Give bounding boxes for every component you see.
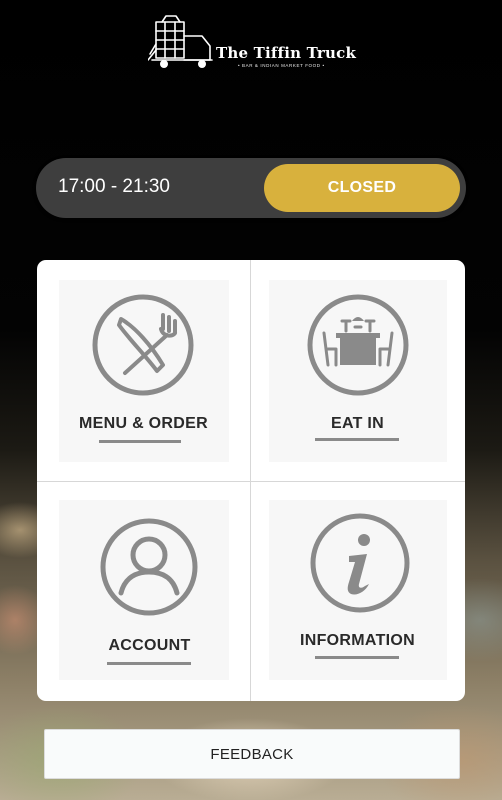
dining-table-icon — [307, 294, 409, 396]
label-underline — [315, 656, 399, 659]
tiffin-truck-icon — [148, 15, 213, 68]
brand-name: The Tiffin Truck — [216, 44, 357, 62]
info-icon — [310, 513, 410, 613]
information-tile[interactable]: INFORMATION — [251, 482, 464, 701]
knife-fork-icon — [92, 294, 194, 396]
label-underline — [107, 662, 191, 665]
feedback-button[interactable]: FEEDBACK — [44, 729, 460, 779]
account-tile[interactable]: ACCOUNT — [37, 482, 250, 701]
eat-in-tile[interactable]: EAT IN — [251, 260, 464, 480]
label-underline — [315, 438, 399, 441]
label-underline — [99, 440, 181, 443]
menu-order-tile[interactable]: MENU & ORDER — [37, 260, 250, 480]
menu-order-label: MENU & ORDER — [79, 415, 208, 432]
opening-hours-bar: 17:00 - 21:30 CLOSED — [36, 158, 466, 218]
opening-hours-text: 17:00 - 21:30 — [58, 176, 170, 197]
brand-logo: The Tiffin Truck • BAR & INDIAN MARKET F… — [148, 14, 363, 74]
eat-in-label: EAT IN — [330, 415, 385, 432]
brand-tagline: • BAR & INDIAN MARKET FOOD • — [238, 63, 325, 68]
user-icon — [100, 518, 198, 616]
main-menu-grid: MENU & ORDER EAT IN ACCOUNT INFORMATION — [37, 260, 465, 701]
open-status-badge: CLOSED — [264, 164, 460, 212]
information-label: INFORMATION — [300, 632, 415, 649]
account-label: ACCOUNT — [108, 637, 191, 654]
